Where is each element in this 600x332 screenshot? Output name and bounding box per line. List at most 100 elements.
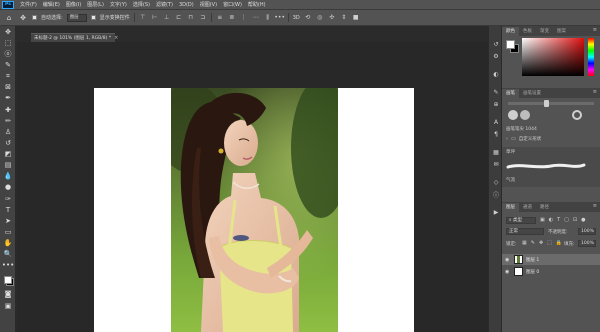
- brush-preset-icon[interactable]: [508, 110, 518, 120]
- more-options-icon[interactable]: •••: [274, 14, 285, 22]
- properties-icon[interactable]: ⚙: [492, 52, 500, 60]
- 3d-drag-icon[interactable]: ✣: [328, 14, 336, 22]
- home-icon[interactable]: ⌂: [4, 13, 14, 23]
- paragraph-icon[interactable]: ¶: [492, 130, 500, 138]
- foreground-color-swatch[interactable]: [4, 276, 12, 284]
- align-top-icon[interactable]: ⊤: [139, 14, 147, 22]
- brush-preset-icon[interactable]: [520, 110, 530, 120]
- character-icon[interactable]: A: [492, 118, 500, 126]
- eye-icon[interactable]: ◉: [505, 257, 511, 263]
- tab-brush-settings[interactable]: 画笔设置: [519, 89, 545, 98]
- menu-window[interactable]: 窗口(W): [220, 0, 245, 10]
- photoshop-logo[interactable]: Ps: [2, 0, 14, 9]
- brush-size-slider[interactable]: [508, 100, 594, 107]
- move-tool-icon[interactable]: ✥: [3, 28, 13, 37]
- history-icon[interactable]: ↺: [492, 40, 500, 48]
- tab-swatches[interactable]: 色板: [519, 27, 536, 36]
- align-vcenter-icon[interactable]: ⊢: [151, 14, 159, 22]
- foreground-color-swatch[interactable]: [506, 40, 515, 49]
- layer-kind-filter[interactable]: ⌕ 类型: [506, 217, 536, 224]
- 3d-slide-icon[interactable]: ⇕: [340, 14, 348, 22]
- brush-preset-icon[interactable]: [572, 110, 582, 120]
- filter-adjust-icon[interactable]: ◐: [549, 217, 553, 224]
- hue-slider[interactable]: [588, 38, 594, 76]
- filter-type-icon[interactable]: T: [557, 217, 560, 224]
- menu-help[interactable]: 帮助(H): [245, 0, 269, 10]
- opacity-input[interactable]: 100%: [578, 228, 596, 235]
- clone-stamp-tool-icon[interactable]: ♙: [3, 128, 13, 137]
- paths-icon[interactable]: ◇: [492, 178, 500, 186]
- auto-select-checkbox[interactable]: [32, 15, 37, 20]
- tab-gradients[interactable]: 渐变: [536, 27, 553, 36]
- align-hcenter-icon[interactable]: ⊓: [187, 14, 195, 22]
- lasso-tool-icon[interactable]: ⓞ: [3, 50, 13, 59]
- menu-layer[interactable]: 图层(L): [84, 0, 107, 10]
- lock-artboard-icon[interactable]: ⬚: [547, 240, 552, 247]
- menu-filter[interactable]: 滤镜(T): [153, 0, 176, 10]
- blur-tool-icon[interactable]: 💧: [3, 172, 13, 181]
- clone-source-icon[interactable]: ⊕: [492, 100, 500, 108]
- adjustments-icon[interactable]: ◐: [492, 70, 500, 78]
- distribute-icon[interactable]: ⫼: [264, 14, 272, 22]
- distribute-icon[interactable]: ≡: [216, 14, 224, 22]
- notes-icon[interactable]: ✉: [492, 160, 500, 168]
- brush-folder[interactable]: › ▭ 自定义形状: [506, 134, 596, 143]
- lock-transparent-icon[interactable]: ▦: [522, 240, 527, 247]
- rectangle-tool-icon[interactable]: ▭: [3, 228, 13, 237]
- tab-channels[interactable]: 通道: [519, 203, 536, 212]
- eye-icon[interactable]: ◉: [505, 269, 511, 275]
- frame-tool-icon[interactable]: ⊠: [3, 83, 13, 92]
- path-select-tool-icon[interactable]: ➤: [3, 217, 13, 226]
- tab-paths[interactable]: 路径: [536, 203, 553, 212]
- slider-handle[interactable]: [544, 100, 549, 107]
- align-left-icon[interactable]: ⊏: [175, 14, 183, 22]
- color-swatches[interactable]: [4, 276, 14, 286]
- 3d-camera-icon[interactable]: ■: [352, 14, 360, 22]
- filter-shape-icon[interactable]: ▢: [564, 217, 569, 224]
- menu-type[interactable]: 文字(Y): [107, 0, 130, 10]
- pen-tool-icon[interactable]: ✑: [3, 195, 13, 204]
- color-swatches-large[interactable]: [506, 40, 520, 54]
- layer-row[interactable]: ◉ 图层 0: [502, 266, 600, 277]
- menu-select[interactable]: 选择(S): [130, 0, 153, 10]
- document-tab[interactable]: 未标题-2 @ 101% (图层 1, RGB/8) * ×: [31, 33, 118, 42]
- crop-tool-icon[interactable]: ⌗: [3, 72, 13, 81]
- document-canvas[interactable]: [94, 88, 414, 332]
- menu-edit[interactable]: 编辑(E): [40, 0, 63, 10]
- more-tools-icon[interactable]: •••: [2, 261, 14, 270]
- distribute-icon[interactable]: ⋯: [252, 14, 260, 22]
- panel-menu-icon[interactable]: ≡: [593, 27, 597, 33]
- filter-pixel-icon[interactable]: ▣: [540, 217, 545, 224]
- transform-controls-checkbox[interactable]: [90, 15, 96, 20]
- panel-menu-icon[interactable]: ≡: [593, 89, 597, 95]
- distribute-icon[interactable]: ⋮: [240, 14, 248, 22]
- actions-icon[interactable]: ▶: [492, 208, 500, 216]
- lock-brush-icon[interactable]: ✎: [531, 240, 535, 247]
- tab-brushes[interactable]: 画笔: [502, 89, 519, 98]
- menu-file[interactable]: 文件(F): [17, 0, 40, 10]
- type-tool-icon[interactable]: T: [3, 206, 13, 215]
- filter-smart-icon[interactable]: ⊡: [573, 217, 577, 224]
- eyedropper-tool-icon[interactable]: ✒: [3, 94, 13, 103]
- menu-3d[interactable]: 3D(D): [176, 0, 197, 10]
- screen-mode-icon[interactable]: ▣: [3, 302, 13, 311]
- quick-mask-icon[interactable]: ◙: [3, 290, 13, 299]
- menu-image[interactable]: 图像(I): [63, 0, 84, 10]
- brush-tool-icon[interactable]: ✏: [3, 117, 13, 126]
- tab-layers[interactable]: 图层: [502, 203, 519, 212]
- blend-mode-select[interactable]: 正常: [506, 228, 544, 235]
- close-icon[interactable]: ×: [114, 35, 118, 41]
- lock-move-icon[interactable]: ✥: [539, 240, 543, 247]
- move-tool-icon[interactable]: ✥: [18, 13, 28, 23]
- hand-tool-icon[interactable]: ✋: [3, 239, 13, 248]
- healing-brush-tool-icon[interactable]: ✚: [3, 106, 13, 115]
- tab-patterns[interactable]: 图案: [553, 27, 570, 36]
- panel-menu-icon[interactable]: ≡: [593, 203, 597, 209]
- gradient-tool-icon[interactable]: ▤: [3, 161, 13, 170]
- layer-row[interactable]: ◉ 图层 1: [502, 254, 600, 265]
- align-right-icon[interactable]: ⊐: [199, 14, 207, 22]
- info-icon[interactable]: ⓘ: [492, 190, 500, 199]
- 3d-rotate-icon[interactable]: ⟲: [304, 14, 312, 22]
- tab-color[interactable]: 颜色: [502, 27, 519, 36]
- eraser-tool-icon[interactable]: ◩: [3, 150, 13, 159]
